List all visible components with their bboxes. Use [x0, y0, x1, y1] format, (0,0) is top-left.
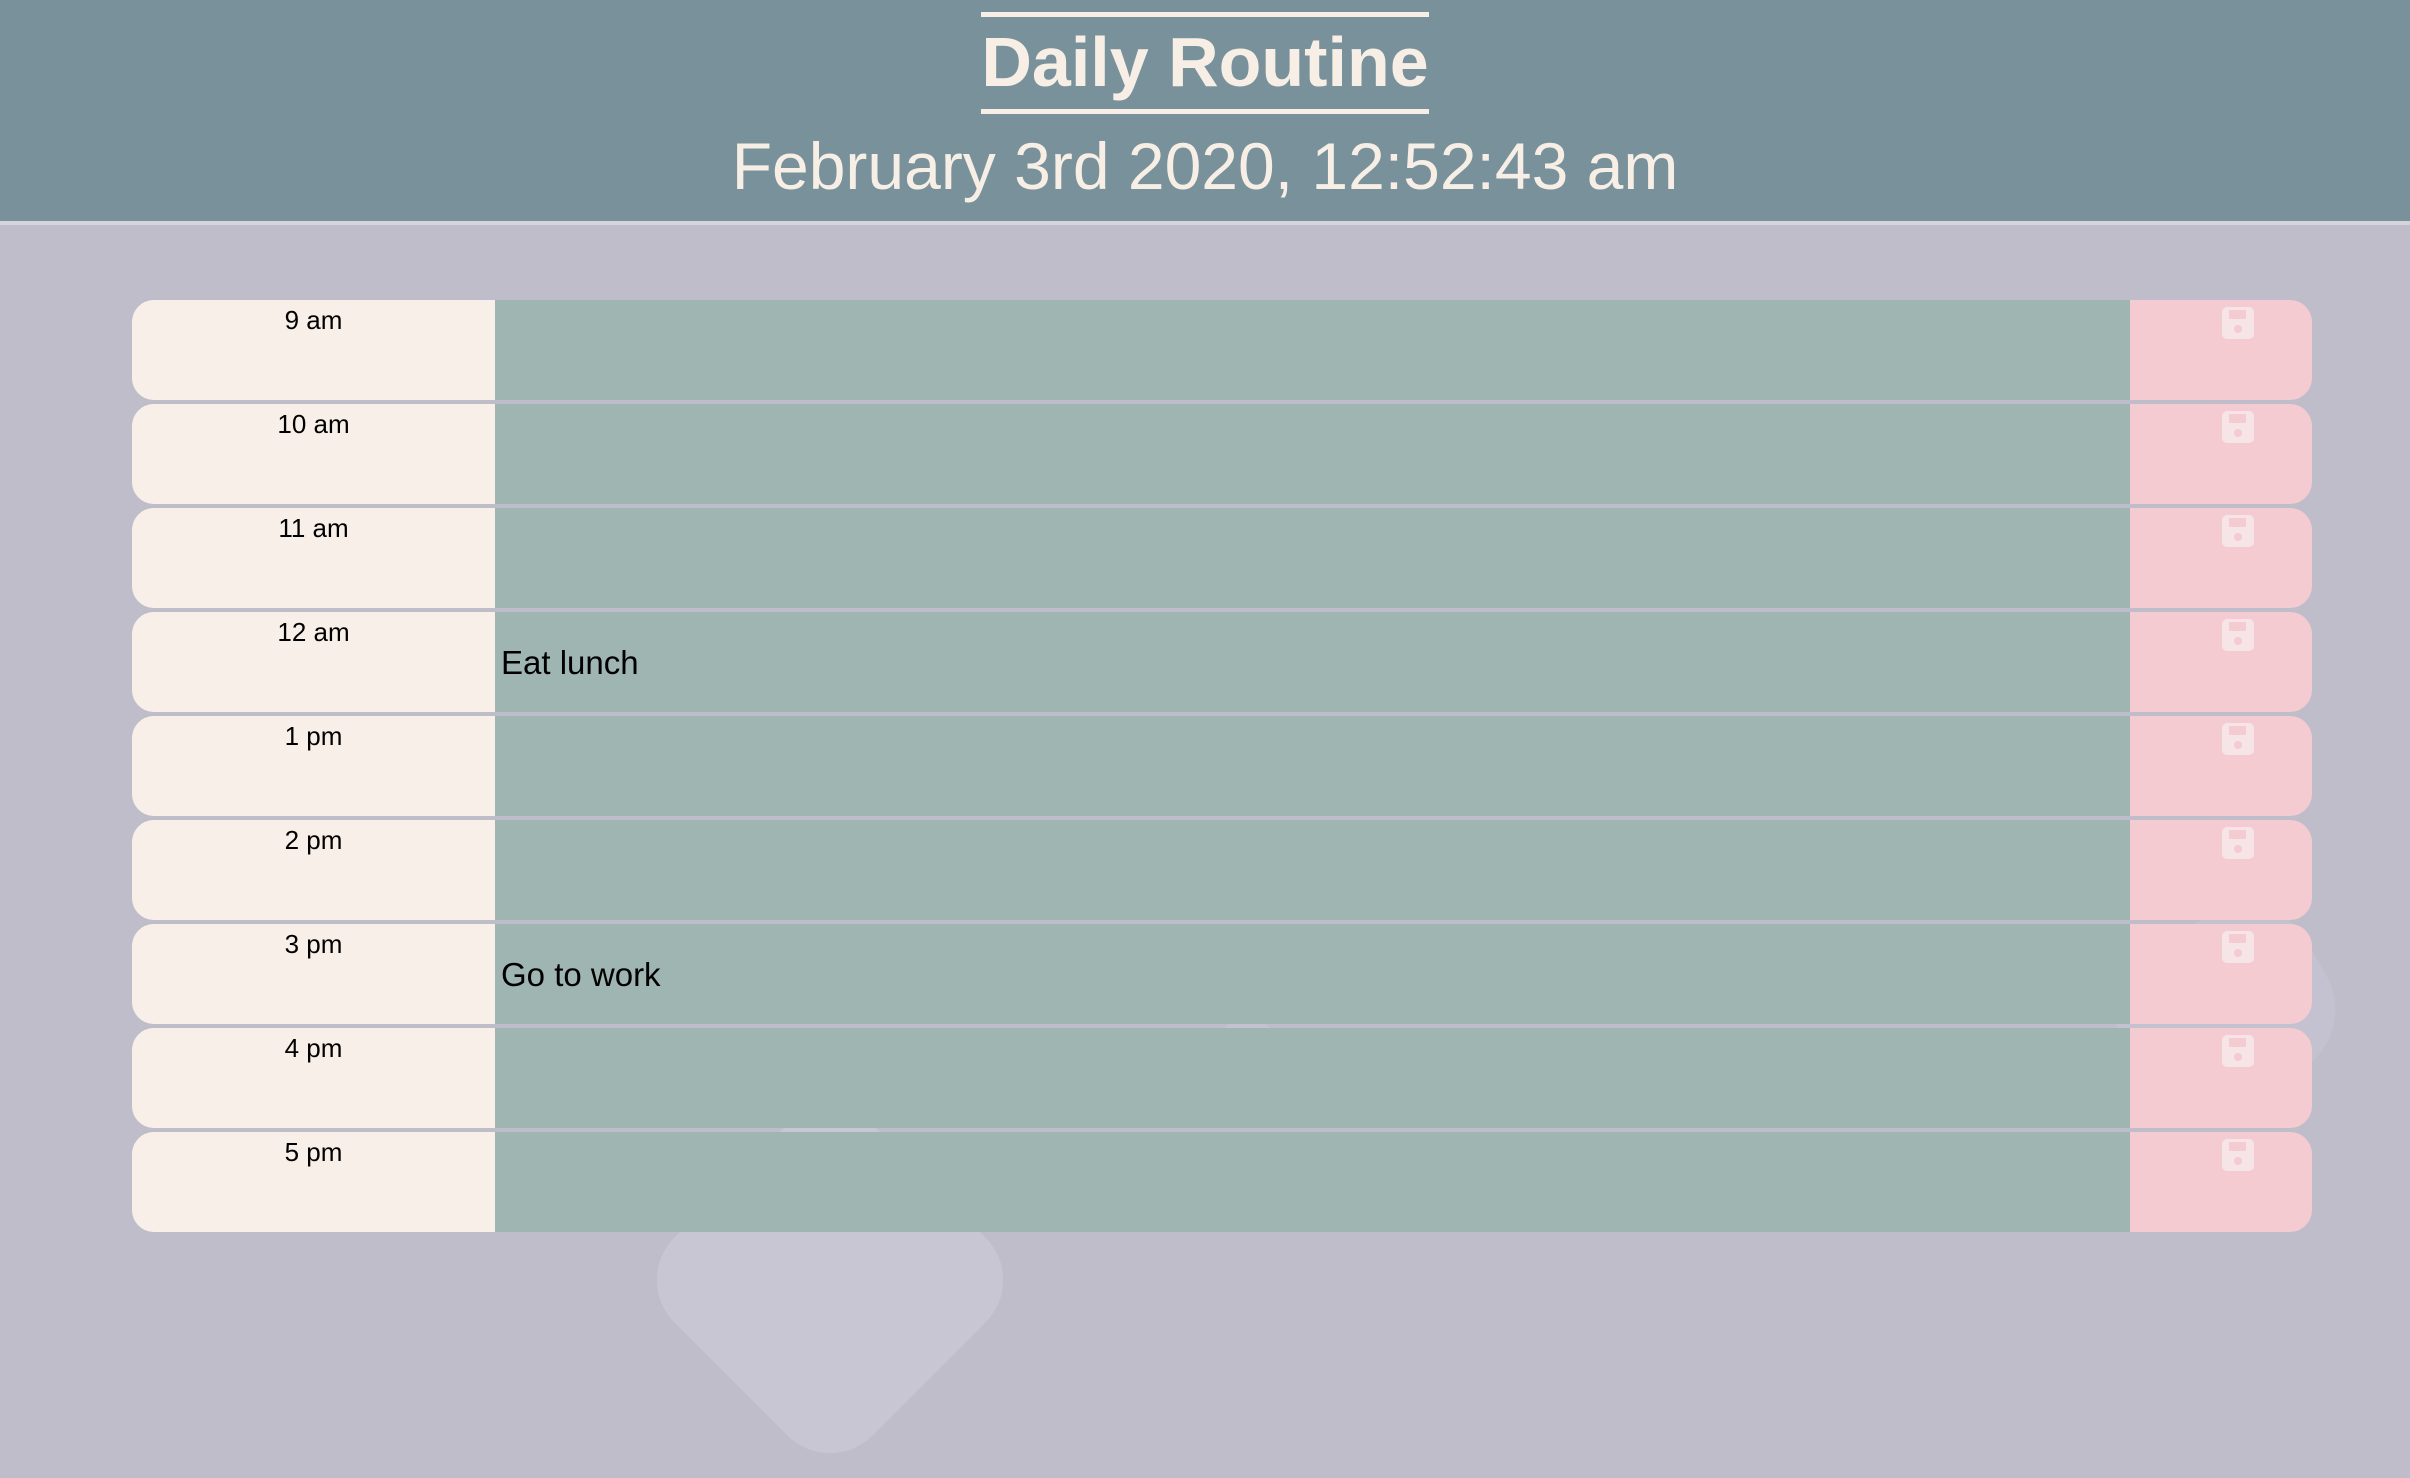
hour-label: 12 am [132, 612, 495, 712]
hour-label: 10 am [132, 404, 495, 504]
floppy-disk-icon [2222, 411, 2254, 443]
hour-label: 3 pm [132, 924, 495, 1024]
timeblock-list: 9 am 10 am 11 am 12 am Eat lunch 1 pm 2 pm 3 pm… [132, 300, 2312, 1236]
task-input[interactable] [495, 820, 2130, 920]
timeblock-row: 12 am Eat lunch [132, 612, 2312, 712]
timeblock-row: 4 pm [132, 1028, 2312, 1128]
save-button[interactable] [2130, 716, 2312, 816]
task-input[interactable] [495, 1132, 2130, 1232]
timeblock-row: 9 am [132, 300, 2312, 400]
save-button[interactable] [2130, 924, 2312, 1024]
floppy-disk-icon [2222, 723, 2254, 755]
timeblock-row: 11 am [132, 508, 2312, 608]
floppy-disk-icon [2222, 307, 2254, 339]
hour-label: 11 am [132, 508, 495, 608]
timeblock-row: 5 pm [132, 1132, 2312, 1232]
hour-label: 2 pm [132, 820, 495, 920]
save-button[interactable] [2130, 1132, 2312, 1232]
task-input[interactable]: Go to work [495, 924, 2130, 1024]
hour-label: 4 pm [132, 1028, 495, 1128]
save-button[interactable] [2130, 300, 2312, 400]
floppy-disk-icon [2222, 931, 2254, 963]
task-input[interactable] [495, 300, 2130, 400]
timeblock-row: 10 am [132, 404, 2312, 504]
task-input[interactable] [495, 1028, 2130, 1128]
save-button[interactable] [2130, 404, 2312, 504]
current-datetime: February 3rd 2020, 12:52:43 am [731, 129, 1679, 203]
floppy-disk-icon [2222, 515, 2254, 547]
timeblock-row: 1 pm [132, 716, 2312, 816]
timeblock-row: 3 pm Go to work [132, 924, 2312, 1024]
hour-label: 5 pm [132, 1132, 495, 1232]
floppy-disk-icon [2222, 1139, 2254, 1171]
save-button[interactable] [2130, 1028, 2312, 1128]
timeblock-row: 2 pm [132, 820, 2312, 920]
floppy-disk-icon [2222, 1035, 2254, 1067]
task-input[interactable] [495, 404, 2130, 504]
floppy-disk-icon [2222, 827, 2254, 859]
page-title: Daily Routine [981, 12, 1429, 114]
floppy-disk-icon [2222, 619, 2254, 651]
save-button[interactable] [2130, 820, 2312, 920]
page-header: Daily Routine February 3rd 2020, 12:52:4… [0, 0, 2410, 225]
save-button[interactable] [2130, 508, 2312, 608]
task-input[interactable] [495, 716, 2130, 816]
save-button[interactable] [2130, 612, 2312, 712]
hour-label: 1 pm [132, 716, 495, 816]
task-input[interactable]: Eat lunch [495, 612, 2130, 712]
task-input[interactable] [495, 508, 2130, 608]
hour-label: 9 am [132, 300, 495, 400]
